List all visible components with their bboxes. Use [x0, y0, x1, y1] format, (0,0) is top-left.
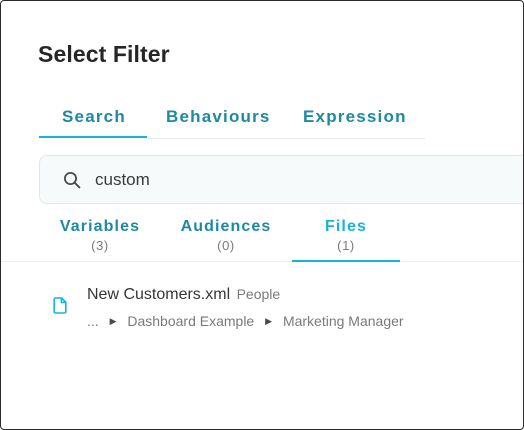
- caret-right-icon: ▶: [265, 316, 273, 326]
- breadcrumb-item: Marketing Manager: [282, 313, 404, 329]
- tab-expression[interactable]: Expression: [303, 107, 407, 127]
- tab-variables[interactable]: Variables (3): [50, 218, 150, 253]
- tab-behaviours[interactable]: Behaviours: [166, 107, 271, 127]
- tab-files-label: Files: [325, 218, 367, 235]
- tab-files-count: (1): [337, 238, 355, 253]
- result-name: New Customers.xml: [87, 286, 231, 303]
- dialog-title: Select Filter: [38, 41, 170, 67]
- filter-tabs: Search Behaviours Expression: [1, 101, 523, 139]
- subtabs-divider: [1, 261, 523, 262]
- search-box[interactable]: [39, 155, 523, 204]
- file-icon: [53, 297, 67, 314]
- select-filter-dialog: Select Filter Search Behaviours Expressi…: [0, 0, 524, 430]
- result-title: New Customers.xml People: [87, 286, 280, 304]
- list-item[interactable]: New Customers.xml People ... ▶ Dashboard…: [1, 283, 523, 333]
- search-icon: [64, 172, 81, 189]
- tabs-divider: [147, 138, 425, 139]
- tab-search[interactable]: Search: [62, 107, 126, 127]
- tab-audiences-label: Audiences: [180, 218, 272, 235]
- caret-right-icon: ▶: [109, 316, 117, 326]
- tab-audiences[interactable]: Audiences (0): [176, 218, 276, 253]
- tab-files[interactable]: Files (1): [296, 218, 396, 253]
- active-tab-indicator: [39, 136, 147, 138]
- tab-variables-count: (3): [91, 238, 109, 253]
- breadcrumb: ... ▶ Dashboard Example ▶ Marketing Mana…: [87, 313, 404, 329]
- result-type-tabs: Variables (3) Audiences (0) Files (1): [1, 213, 523, 263]
- active-subtab-indicator: [292, 260, 400, 262]
- tab-variables-label: Variables: [59, 218, 141, 235]
- breadcrumb-ellipsis: ...: [87, 313, 99, 329]
- breadcrumb-item: Dashboard Example: [127, 313, 255, 329]
- search-input[interactable]: [95, 168, 475, 192]
- tab-audiences-count: (0): [217, 238, 235, 253]
- result-type: People: [236, 286, 281, 302]
